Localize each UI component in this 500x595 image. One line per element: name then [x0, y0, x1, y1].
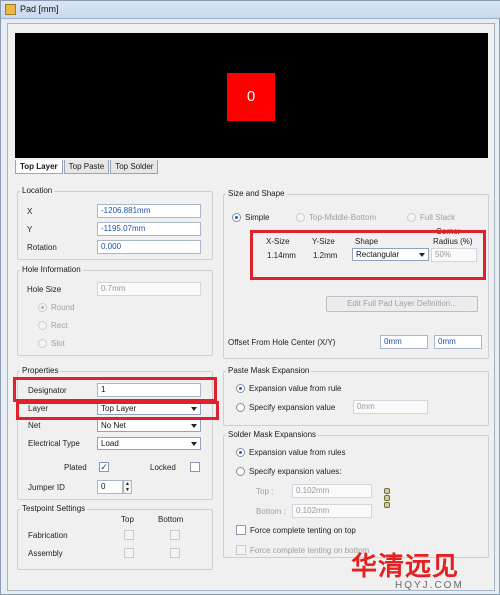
- round-label: Round: [51, 303, 75, 312]
- offset-label: Offset From Hole Center (X/Y): [228, 338, 336, 347]
- solder-bottom-label: Bottom :: [256, 507, 286, 516]
- fabrication-bottom-checkbox[interactable]: [170, 530, 180, 540]
- offset-y-input[interactable]: 0mm: [434, 335, 482, 349]
- link-chain-icon[interactable]: [384, 488, 391, 516]
- watermark-cn-text: 华清远见: [351, 551, 460, 581]
- electrical-type-select[interactable]: Load: [97, 437, 201, 450]
- electrical-type-value: Load: [101, 439, 119, 448]
- solder-top-label: Top :: [256, 487, 274, 496]
- dialog-body: 0 Top Layer Top Paste Top Solder Locatio…: [7, 23, 495, 591]
- simple-radio[interactable]: [232, 213, 241, 222]
- paste-mask-group: Paste Mask Expansion Expansion value fro…: [223, 366, 489, 426]
- solder-specify-label: Specify expansion values:: [249, 467, 342, 476]
- testpoint-bottom-header: Bottom: [158, 515, 184, 524]
- location-group: Location X -1206.881mm Y -1195.07mm Rota…: [17, 186, 213, 260]
- top-middle-bottom-label: Top-Middle-Bottom: [309, 213, 377, 222]
- simple-label: Simple: [245, 213, 270, 222]
- rotation-label: Rotation: [27, 243, 57, 252]
- tab-top-layer[interactable]: Top Layer: [15, 160, 63, 174]
- chevron-down-icon: [191, 424, 197, 428]
- paste-mask-title: Paste Mask Expansion: [226, 366, 312, 375]
- tab-top-solder[interactable]: Top Solder: [110, 160, 159, 174]
- assembly-label: Assembly: [28, 549, 63, 558]
- solder-top-input[interactable]: 0.102mm: [292, 484, 372, 498]
- full-stack-radio[interactable]: [407, 213, 416, 222]
- rotation-input[interactable]: 0.000: [97, 240, 201, 254]
- solder-mask-title: Solder Mask Expansions: [226, 430, 319, 439]
- full-stack-label: Full Stack: [420, 213, 456, 222]
- solder-from-rules-label: Expansion value from rules: [249, 448, 346, 457]
- testpoint-top-header: Top: [121, 515, 134, 524]
- plated-label: Plated: [64, 463, 87, 472]
- jumper-id-input[interactable]: 0: [97, 480, 123, 494]
- solder-mask-group: Solder Mask Expansions Expansion value f…: [223, 430, 489, 558]
- window-title: Pad [mm]: [20, 4, 59, 14]
- watermark-logo: 华清远见 HQYJ.COM: [351, 546, 499, 594]
- hole-info-group: Hole Information Hole Size 0.7mm Round R…: [17, 265, 213, 356]
- size-shape-highlight: [250, 230, 486, 280]
- solder-bottom-input[interactable]: 0.102mm: [292, 504, 372, 518]
- solder-from-rules-radio[interactable]: [236, 448, 245, 457]
- offset-x-input[interactable]: 0mm: [380, 335, 428, 349]
- size-shape-title: Size and Shape: [226, 189, 287, 198]
- top-middle-bottom-radio[interactable]: [296, 213, 305, 222]
- net-select-value: No Net: [101, 421, 126, 430]
- paste-from-rule-label: Expansion value from rule: [249, 384, 342, 393]
- plated-checkbox[interactable]: ✓: [99, 462, 109, 472]
- locked-label: Locked: [150, 463, 176, 472]
- net-label: Net: [28, 421, 41, 430]
- rect-radio[interactable]: [38, 321, 47, 330]
- net-select[interactable]: No Net: [97, 419, 201, 432]
- hole-info-title: Hole Information: [20, 265, 83, 274]
- edit-full-pad-layer-button[interactable]: Edit Full Pad Layer Definition...: [326, 296, 478, 312]
- watermark-en-text: HQYJ.COM: [395, 580, 464, 591]
- spin-down-icon: ▼: [125, 487, 130, 493]
- paste-specify-label: Specify expansion value: [249, 403, 336, 412]
- testpoint-title: Testpoint Settings: [20, 504, 88, 513]
- layer-tabs: Top Layer Top Paste Top Solder: [15, 160, 159, 174]
- title-bar[interactable]: Pad [mm]: [1, 1, 500, 19]
- tab-top-paste[interactable]: Top Paste: [63, 160, 110, 174]
- jumper-id-label: Jumper ID: [28, 483, 65, 492]
- pad-dialog: Pad [mm] 0 Top Layer Top Paste Top Solde…: [0, 0, 500, 595]
- app-icon: [5, 4, 16, 15]
- testpoint-group: Testpoint Settings Top Bottom Fabricatio…: [17, 504, 213, 570]
- y-label: Y: [27, 225, 33, 234]
- x-label: X: [27, 207, 33, 216]
- location-title: Location: [20, 186, 55, 195]
- rect-label: Rect: [51, 321, 68, 330]
- designator-highlight: [13, 377, 217, 402]
- layer-highlight: [16, 401, 219, 420]
- force-tenting-top-label: Force complete tenting on top: [250, 526, 356, 535]
- y-input[interactable]: -1195.07mm: [97, 222, 201, 236]
- pad-preview: 0: [15, 33, 488, 158]
- hole-size-input[interactable]: 0.7mm: [97, 282, 201, 296]
- properties-title: Properties: [20, 366, 61, 375]
- pad-shape: 0: [227, 73, 275, 121]
- paste-from-rule-radio[interactable]: [236, 384, 245, 393]
- assembly-top-checkbox[interactable]: [124, 548, 134, 558]
- electrical-type-label: Electrical Type: [28, 439, 80, 448]
- fabrication-label: Fabrication: [28, 531, 68, 540]
- x-input[interactable]: -1206.881mm: [97, 204, 201, 218]
- round-radio[interactable]: [38, 303, 47, 312]
- assembly-bottom-checkbox[interactable]: [170, 548, 180, 558]
- force-tenting-top-checkbox[interactable]: [236, 525, 246, 535]
- slot-radio[interactable]: [38, 339, 47, 348]
- paste-specify-radio[interactable]: [236, 403, 245, 412]
- hole-size-label: Hole Size: [27, 285, 62, 294]
- fabrication-top-checkbox[interactable]: [124, 530, 134, 540]
- chevron-down-icon: [191, 442, 197, 446]
- locked-checkbox[interactable]: [190, 462, 200, 472]
- solder-specify-radio[interactable]: [236, 467, 245, 476]
- jumper-id-spinner[interactable]: ▲ ▼: [123, 480, 132, 494]
- paste-specify-input[interactable]: 0mm: [353, 400, 428, 414]
- slot-label: Slot: [51, 339, 65, 348]
- force-tenting-bottom-checkbox[interactable]: [236, 545, 246, 555]
